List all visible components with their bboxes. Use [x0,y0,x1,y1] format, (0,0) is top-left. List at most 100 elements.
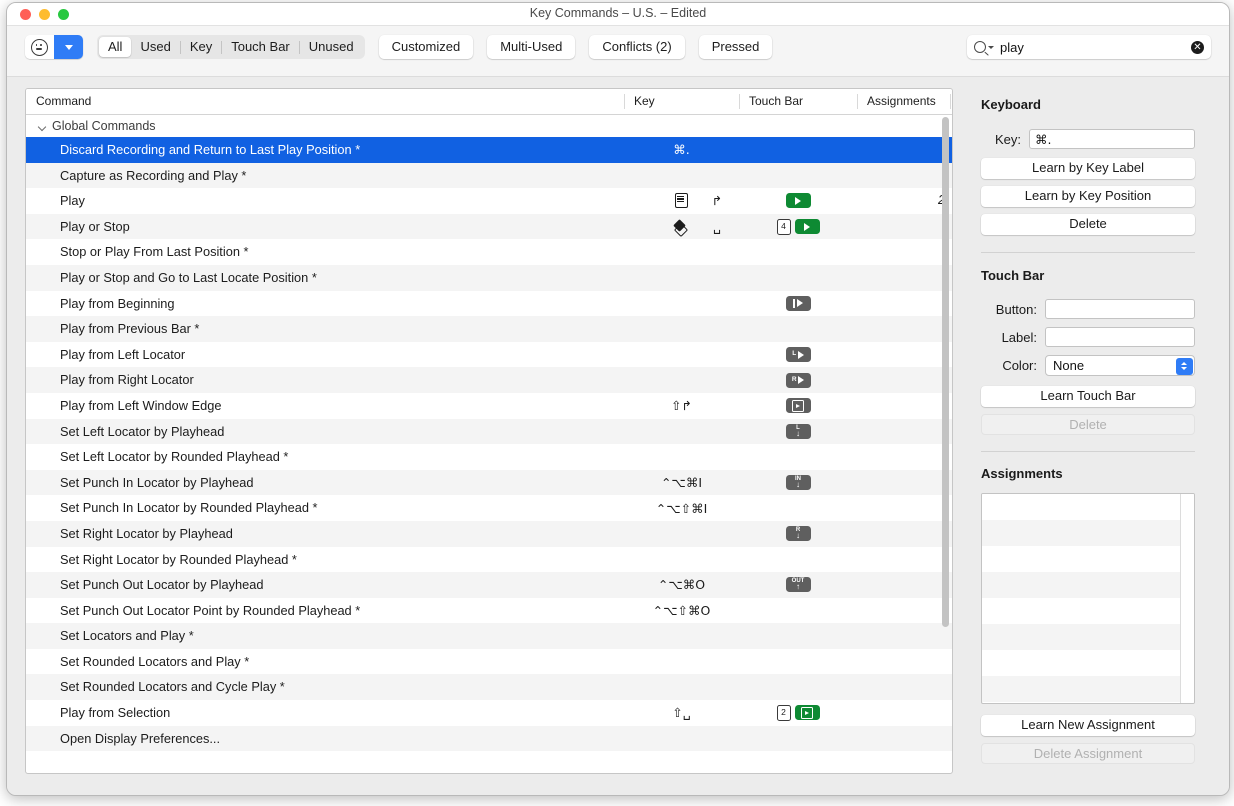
search-menu-chevron-icon[interactable] [988,45,994,49]
learn-by-key-position-button[interactable]: Learn by Key Position [981,186,1195,207]
touchbar-cell[interactable] [739,444,857,470]
chevron-up-down-icon[interactable] [1175,357,1193,375]
key-cell[interactable] [624,623,739,649]
key-cell[interactable] [624,674,739,700]
table-row[interactable]: Open Display Preferences... [26,725,952,752]
table-row[interactable]: Discard Recording and Return to Last Pla… [26,137,952,163]
table-row[interactable]: Set Right Locator by Playhead R ↓ [26,520,952,547]
assignments-scrollbar[interactable] [1180,494,1194,703]
touchbar-cell[interactable] [739,163,857,189]
touchbar-color-select[interactable]: None [1045,355,1195,376]
key-cell[interactable] [624,342,739,368]
delete-key-button[interactable]: Delete [981,214,1195,235]
conflicts-button[interactable]: Conflicts (2) [589,35,685,59]
search-input[interactable]: play [1000,40,1191,55]
key-cell[interactable] [624,726,739,752]
touchbar-button-input[interactable] [1045,299,1195,319]
pressed-button[interactable]: Pressed [698,35,773,59]
table-row[interactable]: Set Right Locator by Rounded Playhead * [26,546,952,573]
touchbar-cell[interactable]: L [739,342,857,368]
touchbar-cell[interactable]: 2 [739,700,857,726]
key-cell[interactable]: ⌃⌥⇧⌘I [624,495,739,521]
filter-segmented-control[interactable]: All Used Key Touch Bar Unused [97,35,365,59]
touchbar-set-locator-icon[interactable]: OUT ↑ [785,577,811,593]
table-row[interactable]: Set Left Locator by Playhead L ↓ [26,418,952,445]
table-row[interactable]: Play or Stop ␣ 4 [26,213,952,240]
touchbar-cell[interactable] [739,265,857,291]
assignment-row[interactable] [982,572,1194,598]
column-header-key[interactable]: Key [624,89,739,114]
table-row[interactable]: Play from Selection ⇧␣ 2 [26,700,952,726]
touchbar-cell[interactable]: R [739,367,857,393]
touchbar-cell[interactable] [739,649,857,675]
table-row[interactable]: Set Rounded Locators and Play * [26,648,952,675]
touchbar-set-locator-icon[interactable]: R ↓ [785,526,811,542]
touchbar-cell[interactable] [739,239,857,265]
touchbar-cell[interactable] [739,188,857,214]
options-dropdown-control[interactable] [25,35,83,59]
filter-segment-touch-bar[interactable]: Touch Bar [222,37,299,57]
learn-by-key-label-button[interactable]: Learn by Key Label [981,158,1195,179]
key-cell[interactable]: ⌘. [624,137,739,163]
filter-segment-used[interactable]: Used [131,37,179,57]
touchbar-label-input[interactable] [1045,327,1195,347]
table-row[interactable]: Set Locators and Play * [26,623,952,649]
learn-touch-bar-button[interactable]: Learn Touch Bar [981,386,1195,407]
multi-used-button[interactable]: Multi-Used [487,35,576,59]
touchbar-cell[interactable]: 4 [739,214,857,240]
clear-search-icon[interactable]: ✕ [1191,40,1204,54]
table-row[interactable]: Set Left Locator by Rounded Playhead * [26,444,952,470]
assignment-row[interactable] [982,598,1194,624]
key-cell[interactable] [624,649,739,675]
touchbar-cell[interactable] [739,291,857,317]
touchbar-set-locator-icon[interactable]: IN ↓ [785,475,811,491]
table-row[interactable]: Capture as Recording and Play * [26,162,952,189]
assignment-row[interactable] [982,650,1194,676]
table-row[interactable]: Set Punch In Locator by Playhead ⌃⌥⌘I IN ↓ [26,469,952,496]
key-cell[interactable]: ⌃⌥⇧⌘O [624,598,739,624]
column-header-assignments[interactable]: Assignments [857,89,950,114]
key-cell[interactable] [624,291,739,317]
table-row[interactable]: Play↱2 [26,188,952,214]
column-header-command[interactable]: Command [26,89,624,114]
touchbar-cell[interactable] [739,495,857,521]
touchbar-play-from-window-edge-icon[interactable] [785,398,811,414]
touchbar-cell[interactable]: OUT ↑ [739,572,857,598]
filter-segment-key[interactable]: Key [181,37,221,57]
column-header-touch-bar[interactable]: Touch Bar [739,89,857,114]
table-row[interactable]: Set Punch Out Locator by Playhead ⌃⌥⌘O OUT… [26,572,952,598]
key-cell[interactable] [624,163,739,189]
chevron-down-icon[interactable] [38,122,47,131]
touchbar-play-from-locator-icon[interactable]: L [785,347,811,363]
touchbar-play-from-selection-icon[interactable] [794,705,820,721]
key-input[interactable]: ⌘. [1029,129,1195,149]
touchbar-play-from-beginning-icon[interactable] [785,295,811,311]
key-cell[interactable]: ⇧↱ [624,393,739,419]
learn-new-assignment-button[interactable]: Learn New Assignment [981,715,1195,736]
table-row[interactable]: Play from Left Locator L [26,341,952,368]
touchbar-cell[interactable] [739,393,857,419]
table-row[interactable]: Play from Right Locator R [26,367,952,393]
assignment-row[interactable] [982,624,1194,650]
assignment-row[interactable] [982,546,1194,572]
key-cell[interactable]: ⌃⌥⌘O [624,572,739,598]
customized-button[interactable]: Customized [378,35,474,59]
touchbar-cell[interactable] [739,674,857,700]
assignment-row[interactable] [982,520,1194,546]
key-cell[interactable] [624,367,739,393]
options-button[interactable] [25,35,54,59]
table-scrollbar-thumb[interactable] [942,117,949,627]
search-field[interactable]: play ✕ [967,35,1211,59]
key-cell[interactable] [624,419,739,445]
key-cell[interactable] [624,547,739,573]
table-row[interactable]: Set Punch Out Locator Point by Rounded P… [26,597,952,624]
touchbar-cell[interactable] [739,547,857,573]
key-cell[interactable] [624,444,739,470]
preset-dropdown-button[interactable] [54,35,83,59]
touchbar-play-icon[interactable] [794,219,820,235]
key-cell[interactable] [624,239,739,265]
touchbar-cell[interactable] [739,598,857,624]
touchbar-cell[interactable] [739,316,857,342]
table-row[interactable]: Play from Beginning [26,290,952,317]
table-row[interactable]: Play or Stop and Go to Last Locate Posit… [26,264,952,291]
